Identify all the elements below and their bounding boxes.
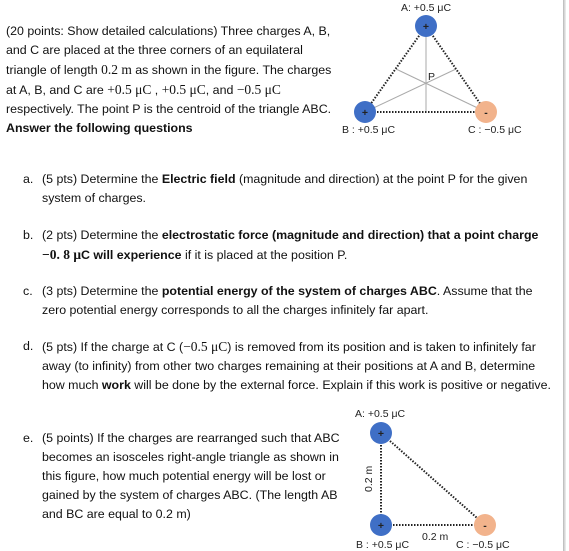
label-length-bc: 0.2 m [422,531,449,543]
label-charge-a: A: +0.5 μC [355,408,406,420]
plus-sign-icon: + [378,520,384,532]
plus-sign-icon: + [378,428,384,440]
label-charge-b: B : +0.5 μC [356,539,409,551]
minus-sign-icon: - [483,520,487,532]
right-triangle-figure: + + - A: +0.5 μC B : +0.5 μC C : −0.5 μC… [355,408,510,551]
label-length-ab: 0.2 m [363,465,375,492]
label-charge-c: C : −0.5 μC [456,539,510,551]
side-ac [380,432,486,526]
